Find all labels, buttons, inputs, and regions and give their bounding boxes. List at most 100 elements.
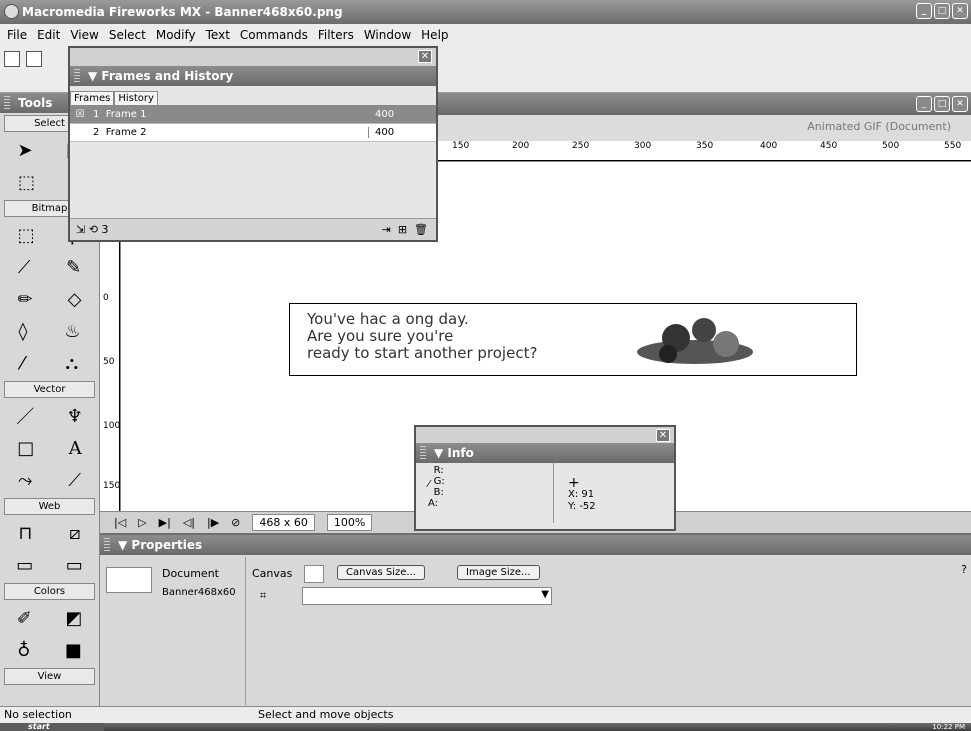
hide-slices-icon[interactable]: ▭ [16,555,33,576]
help-icon[interactable]: ? [961,563,967,576]
eyedropper-tool-icon[interactable]: ⁄ [21,353,24,374]
frame-checkbox-icon[interactable]: ☒ [70,109,90,120]
fill-swatch[interactable]: ■ [65,640,82,661]
property-type: Document [162,567,219,580]
stroke-color-icon[interactable]: ✐ [17,608,32,629]
close-icon[interactable]: ✕ [418,50,432,63]
frames-panel-header[interactable]: ▼ Frames and History [70,66,436,86]
crosshair-icon: + [568,475,580,491]
menu-filters[interactable]: Filters [315,28,361,42]
window-title: Macromedia Fireworks MX - Banner468x60.p… [22,5,343,19]
eyedropper-icon: ⁄ [428,479,430,490]
scale-tool-icon[interactable]: ⬚ [18,172,35,193]
loop-icon[interactable]: ⟲ [89,223,98,236]
prev-frame-icon[interactable]: ◁| [183,516,195,529]
chevron-down-icon: ▼ [541,589,549,600]
ruler-tick: 100 [103,421,121,431]
magic-wand-icon[interactable]: ⟋ [18,257,31,278]
hotspot-tool-icon[interactable]: ⊓ [18,523,32,544]
add-frame-icon[interactable]: ⊞ [398,223,407,236]
pencil-tool-icon[interactable]: ✏ [18,289,33,310]
blur-tool-icon[interactable]: ◊ [18,321,27,342]
show-slices-icon[interactable]: ▭ [66,555,83,576]
next-frame-icon[interactable]: |▶ [207,516,219,529]
freeform-tool-icon[interactable]: ⤳ [18,470,32,491]
marquee-tool-icon[interactable]: ⬚ [18,225,35,246]
pointer-tool-icon[interactable]: ➤ [18,140,33,161]
paint-bucket-icon[interactable]: ⛬ [66,353,79,374]
start-button[interactable]: start [0,723,104,731]
info-panel-header[interactable]: ▼ Info [416,443,674,463]
ruler-tick: 150 [103,481,121,491]
rectangle-tool-icon[interactable]: □ [17,438,34,459]
status-selection: No selection [4,708,72,721]
zoom-level[interactable]: 100% [326,514,373,531]
app-icon [4,4,19,19]
menu-modify[interactable]: Modify [153,28,203,42]
frame-row[interactable]: 2 Frame 2 400 [70,124,436,142]
banner-image[interactable]: You've hac a ong day. Are you sure you'r… [289,303,857,376]
fill-color-icon[interactable]: ♁ [17,640,30,661]
trim-canvas-icon[interactable]: ⌗ [260,589,266,603]
ruler-tick: 300 [634,141,652,151]
new-file-icon[interactable] [4,51,20,67]
brush-tool-icon[interactable]: ✎ [66,257,81,278]
taskbar: start 10:22 PM [0,723,971,731]
doc-close-button[interactable]: ✕ [952,96,968,112]
doc-maximize-button[interactable]: □ [934,96,950,112]
doc-minimize-button[interactable]: _ [916,96,932,112]
close-icon[interactable]: ✕ [656,429,670,442]
knife-tool-icon[interactable]: ⟋ [68,470,81,491]
tools-section-vector: Vector [4,381,95,398]
image-size-button[interactable]: Image Size... [457,565,540,580]
document-mode-label: Animated GIF (Document) [807,120,951,133]
pen-tool-icon[interactable]: ♆ [67,406,83,427]
tab-history[interactable]: History [114,91,158,105]
menu-help[interactable]: Help [418,28,455,42]
ruler-tick: 500 [882,141,900,151]
menu-bar: File Edit View Select Modify Text Comman… [0,24,971,45]
menu-edit[interactable]: Edit [34,28,67,42]
frame-delay[interactable]: 400 [368,109,428,120]
document-size: 468 x 60 [252,514,315,531]
stroke-swatch[interactable]: ◩ [65,608,82,629]
menu-view[interactable]: View [67,28,105,42]
properties-panel: ▼ Properties Document Banner468x60 Canva… [100,535,971,706]
onion-skin-icon[interactable]: ⇲ [76,223,85,236]
minimize-button[interactable]: _ [916,3,932,19]
line-tool-icon[interactable]: ／ [16,403,34,429]
ruler-tick: 50 [103,357,115,367]
open-file-icon[interactable] [26,51,42,67]
first-frame-icon[interactable]: |◁ [114,516,126,529]
properties-header[interactable]: ▼ Properties [100,535,971,555]
slice-tool-icon[interactable]: ⧄ [69,523,80,544]
trash-icon[interactable]: 🗑 [414,223,428,236]
eraser-tool-icon[interactable]: ◇ [68,289,82,310]
canvas-color-swatch[interactable] [304,565,324,583]
ruler-tick: 350 [696,141,714,151]
ruler-tick: 200 [512,141,530,151]
maximize-button[interactable]: □ [934,3,950,19]
exit-bitmap-icon[interactable]: ⊘ [231,516,240,529]
menu-commands[interactable]: Commands [237,28,315,42]
clock: 10:22 PM [932,723,965,731]
text-tool-icon[interactable]: A [69,438,82,459]
frame-row[interactable]: ☒ 1 Frame 1 400 [70,106,436,124]
tools-section-web: Web [4,498,95,515]
canvas-size-button[interactable]: Canvas Size... [337,565,425,580]
menu-file[interactable]: File [4,28,34,42]
distribute-to-frames-icon[interactable]: ⇥ [382,223,391,236]
last-frame-icon[interactable]: ▶| [159,516,171,529]
rubber-stamp-icon[interactable]: ♨ [64,321,80,342]
ruler-tick: 550 [944,141,962,151]
frame-delay[interactable]: 400 [368,127,428,138]
tab-frames[interactable]: Frames [70,91,115,105]
document-thumbnail [106,567,152,593]
menu-text[interactable]: Text [203,28,237,42]
play-icon[interactable]: ▷ [138,516,146,529]
close-button[interactable]: ✕ [952,3,968,19]
canvas-option-select[interactable]: ▼ [302,587,552,605]
menu-select[interactable]: Select [106,28,153,42]
ruler-tick: 0 [103,293,109,303]
menu-window[interactable]: Window [361,28,418,42]
